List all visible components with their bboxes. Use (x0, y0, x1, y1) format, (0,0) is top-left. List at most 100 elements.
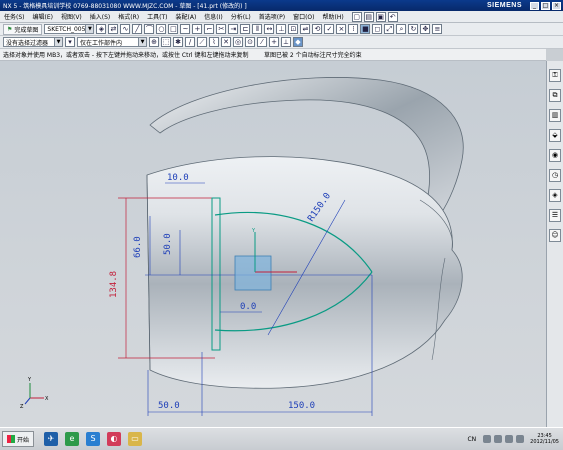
mirror-icon[interactable]: ⫴ (252, 24, 263, 34)
alternate-solution-icon[interactable]: ⟲ (312, 24, 323, 34)
circle-icon[interactable]: ○ (156, 24, 167, 34)
menu-tools[interactable]: 工具(T) (143, 12, 171, 21)
scissors-icon[interactable]: ⨯ (336, 24, 347, 34)
sketch-origin-square[interactable] (234, 255, 272, 291)
pattern-icon[interactable]: ⁞ (348, 24, 359, 34)
dim-label-d-50[interactable]: 50.0 (163, 233, 173, 255)
pan-icon[interactable]: ✥ (420, 24, 431, 34)
open-file-icon[interactable]: ▤ (363, 11, 374, 22)
menu-info[interactable]: 信息(I) (200, 12, 226, 21)
layer-icon[interactable]: ≡ (432, 24, 443, 34)
snap-icon[interactable]: ⊕ (149, 37, 159, 47)
arc-center-icon[interactable]: ◎ (233, 37, 243, 47)
reuse-library-icon[interactable]: ⬙ (549, 129, 561, 142)
tray-network-icon[interactable] (483, 435, 492, 443)
graphics-window[interactable]: 10.0 66.0 50.0 R150.0 134.8 0.0 50.0 150… (0, 61, 546, 427)
save-icon[interactable]: ▣ (375, 11, 386, 22)
feature-select-icon[interactable]: ✱ (173, 37, 183, 47)
taskbar-apps: ✈ e S ◐ ▭ (44, 432, 143, 446)
reattach-icon[interactable]: ⇄ (108, 24, 119, 34)
menu-task[interactable]: 任务(S) (0, 12, 29, 21)
point-on-curve-icon[interactable]: ⁄ (257, 37, 267, 47)
tangent-icon[interactable]: ⟂ (281, 37, 291, 47)
process-studio-icon[interactable]: ☰ (549, 209, 561, 222)
dimension-icon[interactable]: ↔ (264, 24, 275, 34)
browser-app-icon[interactable]: e (65, 432, 80, 446)
convert-reference-icon[interactable]: ⇌ (300, 24, 311, 34)
close-button[interactable]: × (552, 1, 561, 10)
minimize-button[interactable]: _ (530, 1, 539, 10)
cube-icon[interactable]: ◆ (293, 37, 303, 47)
constraint-navigator-icon[interactable]: ⧉ (549, 89, 561, 102)
arc-icon[interactable]: ⌒ (144, 24, 155, 34)
web-browser-icon[interactable]: ◉ (549, 149, 561, 162)
nx-app-icon[interactable]: ✈ (44, 432, 59, 446)
offset-icon[interactable]: ⊏ (240, 24, 251, 34)
control-point-icon[interactable]: ⌇ (209, 37, 219, 47)
tray-app-icon[interactable] (505, 435, 514, 443)
assembly-scope-select[interactable]: 仅在工作部件内 ▼ (77, 37, 147, 47)
fillet-icon[interactable]: ⌐ (204, 24, 215, 34)
shaded-view-icon[interactable]: ■ (360, 24, 371, 34)
dim-label-d-0[interactable]: 0.0 (240, 302, 256, 312)
history-icon[interactable]: ◷ (549, 169, 561, 182)
undo-icon[interactable]: ↶ (387, 11, 398, 22)
menu-window[interactable]: 窗口(O) (289, 12, 318, 21)
menu-view[interactable]: 视图(V) (57, 12, 86, 21)
body-surface (146, 156, 463, 389)
extend-icon[interactable]: ⇥ (228, 24, 239, 34)
dim-label-d-66[interactable]: 66.0 (133, 236, 143, 258)
point-icon[interactable]: + (192, 24, 203, 34)
tray-security-icon[interactable] (516, 435, 525, 443)
maximize-button[interactable]: □ (541, 1, 550, 10)
roles-icon[interactable]: ☺ (549, 229, 561, 242)
spline-icon[interactable]: ~ (180, 24, 191, 34)
search-app-icon[interactable]: S (86, 432, 101, 446)
zoom-icon[interactable]: ⌕ (396, 24, 407, 34)
end-point-icon[interactable]: / (185, 37, 195, 47)
assembly-navigator-icon[interactable]: ⚿ (549, 69, 561, 82)
mid-point-icon[interactable]: ⟋ (197, 37, 207, 47)
menu-insert[interactable]: 插入(S) (86, 12, 115, 21)
fit-view-icon[interactable]: ⤢ (384, 24, 395, 34)
model-canvas[interactable]: 10.0 66.0 50.0 R150.0 134.8 0.0 50.0 150… (0, 61, 546, 427)
system-materials-icon[interactable]: ◈ (549, 189, 561, 202)
menu-preferences[interactable]: 首选项(P) (255, 12, 289, 21)
display-constraints-icon[interactable]: ⊡ (288, 24, 299, 34)
selection-filter-select[interactable]: 没有选择过滤器 ▼ (3, 37, 63, 47)
rectangle-icon[interactable]: □ (168, 24, 179, 34)
finish-sketch-button[interactable]: ⚑ 完成草图 (3, 23, 43, 35)
part-navigator-icon[interactable]: ▥ (549, 109, 561, 122)
dim-label-d-134[interactable]: 134.8 (109, 271, 119, 298)
clock[interactable]: 23:45 2012/11/05 (530, 433, 559, 445)
menu-edit[interactable]: 编辑(E) (29, 12, 57, 21)
orient-view-icon[interactable]: ◈ (96, 24, 107, 34)
language-indicator[interactable]: CN (467, 436, 476, 443)
menu-help[interactable]: 帮助(H) (319, 12, 348, 21)
line-icon[interactable]: ╱ (132, 24, 143, 34)
inferred-constraints-icon[interactable]: ✓ (324, 24, 335, 34)
rotate-icon[interactable]: ↻ (408, 24, 419, 34)
folder-app-icon[interactable]: ▭ (128, 432, 143, 446)
trim-icon[interactable]: ✂ (216, 24, 227, 34)
existing-point-icon[interactable]: + (269, 37, 279, 47)
media-app-icon[interactable]: ◐ (107, 432, 122, 446)
dim-label-d-top[interactable]: 10.0 (167, 173, 189, 183)
dim-label-bottom-right[interactable]: 150.0 (288, 401, 315, 411)
constraint-icon[interactable]: ⊥ (276, 24, 287, 34)
dim-label-bottom-left[interactable]: 50.0 (158, 401, 180, 411)
menu-assembly[interactable]: 装配(A) (172, 12, 201, 21)
filter-icon[interactable]: ▾ (65, 37, 75, 47)
tray-volume-icon[interactable] (494, 435, 503, 443)
sketch-name-select[interactable]: SKETCH_005 ▼ (44, 24, 95, 34)
menu-analysis[interactable]: 分析(L) (227, 12, 255, 21)
new-file-icon[interactable]: ▢ (351, 11, 362, 22)
menu-format[interactable]: 格式(R) (114, 12, 143, 21)
profile-icon[interactable]: ∿ (120, 24, 131, 34)
start-button[interactable]: 开始 (2, 431, 35, 447)
quadrant-icon[interactable]: ⊙ (245, 37, 255, 47)
clock-date: 2012/11/05 (530, 439, 559, 445)
intersection-icon[interactable]: ✕ (221, 37, 231, 47)
select-all-icon[interactable]: ⬚ (161, 37, 171, 47)
wireframe-view-icon[interactable]: ◻ (372, 24, 383, 34)
